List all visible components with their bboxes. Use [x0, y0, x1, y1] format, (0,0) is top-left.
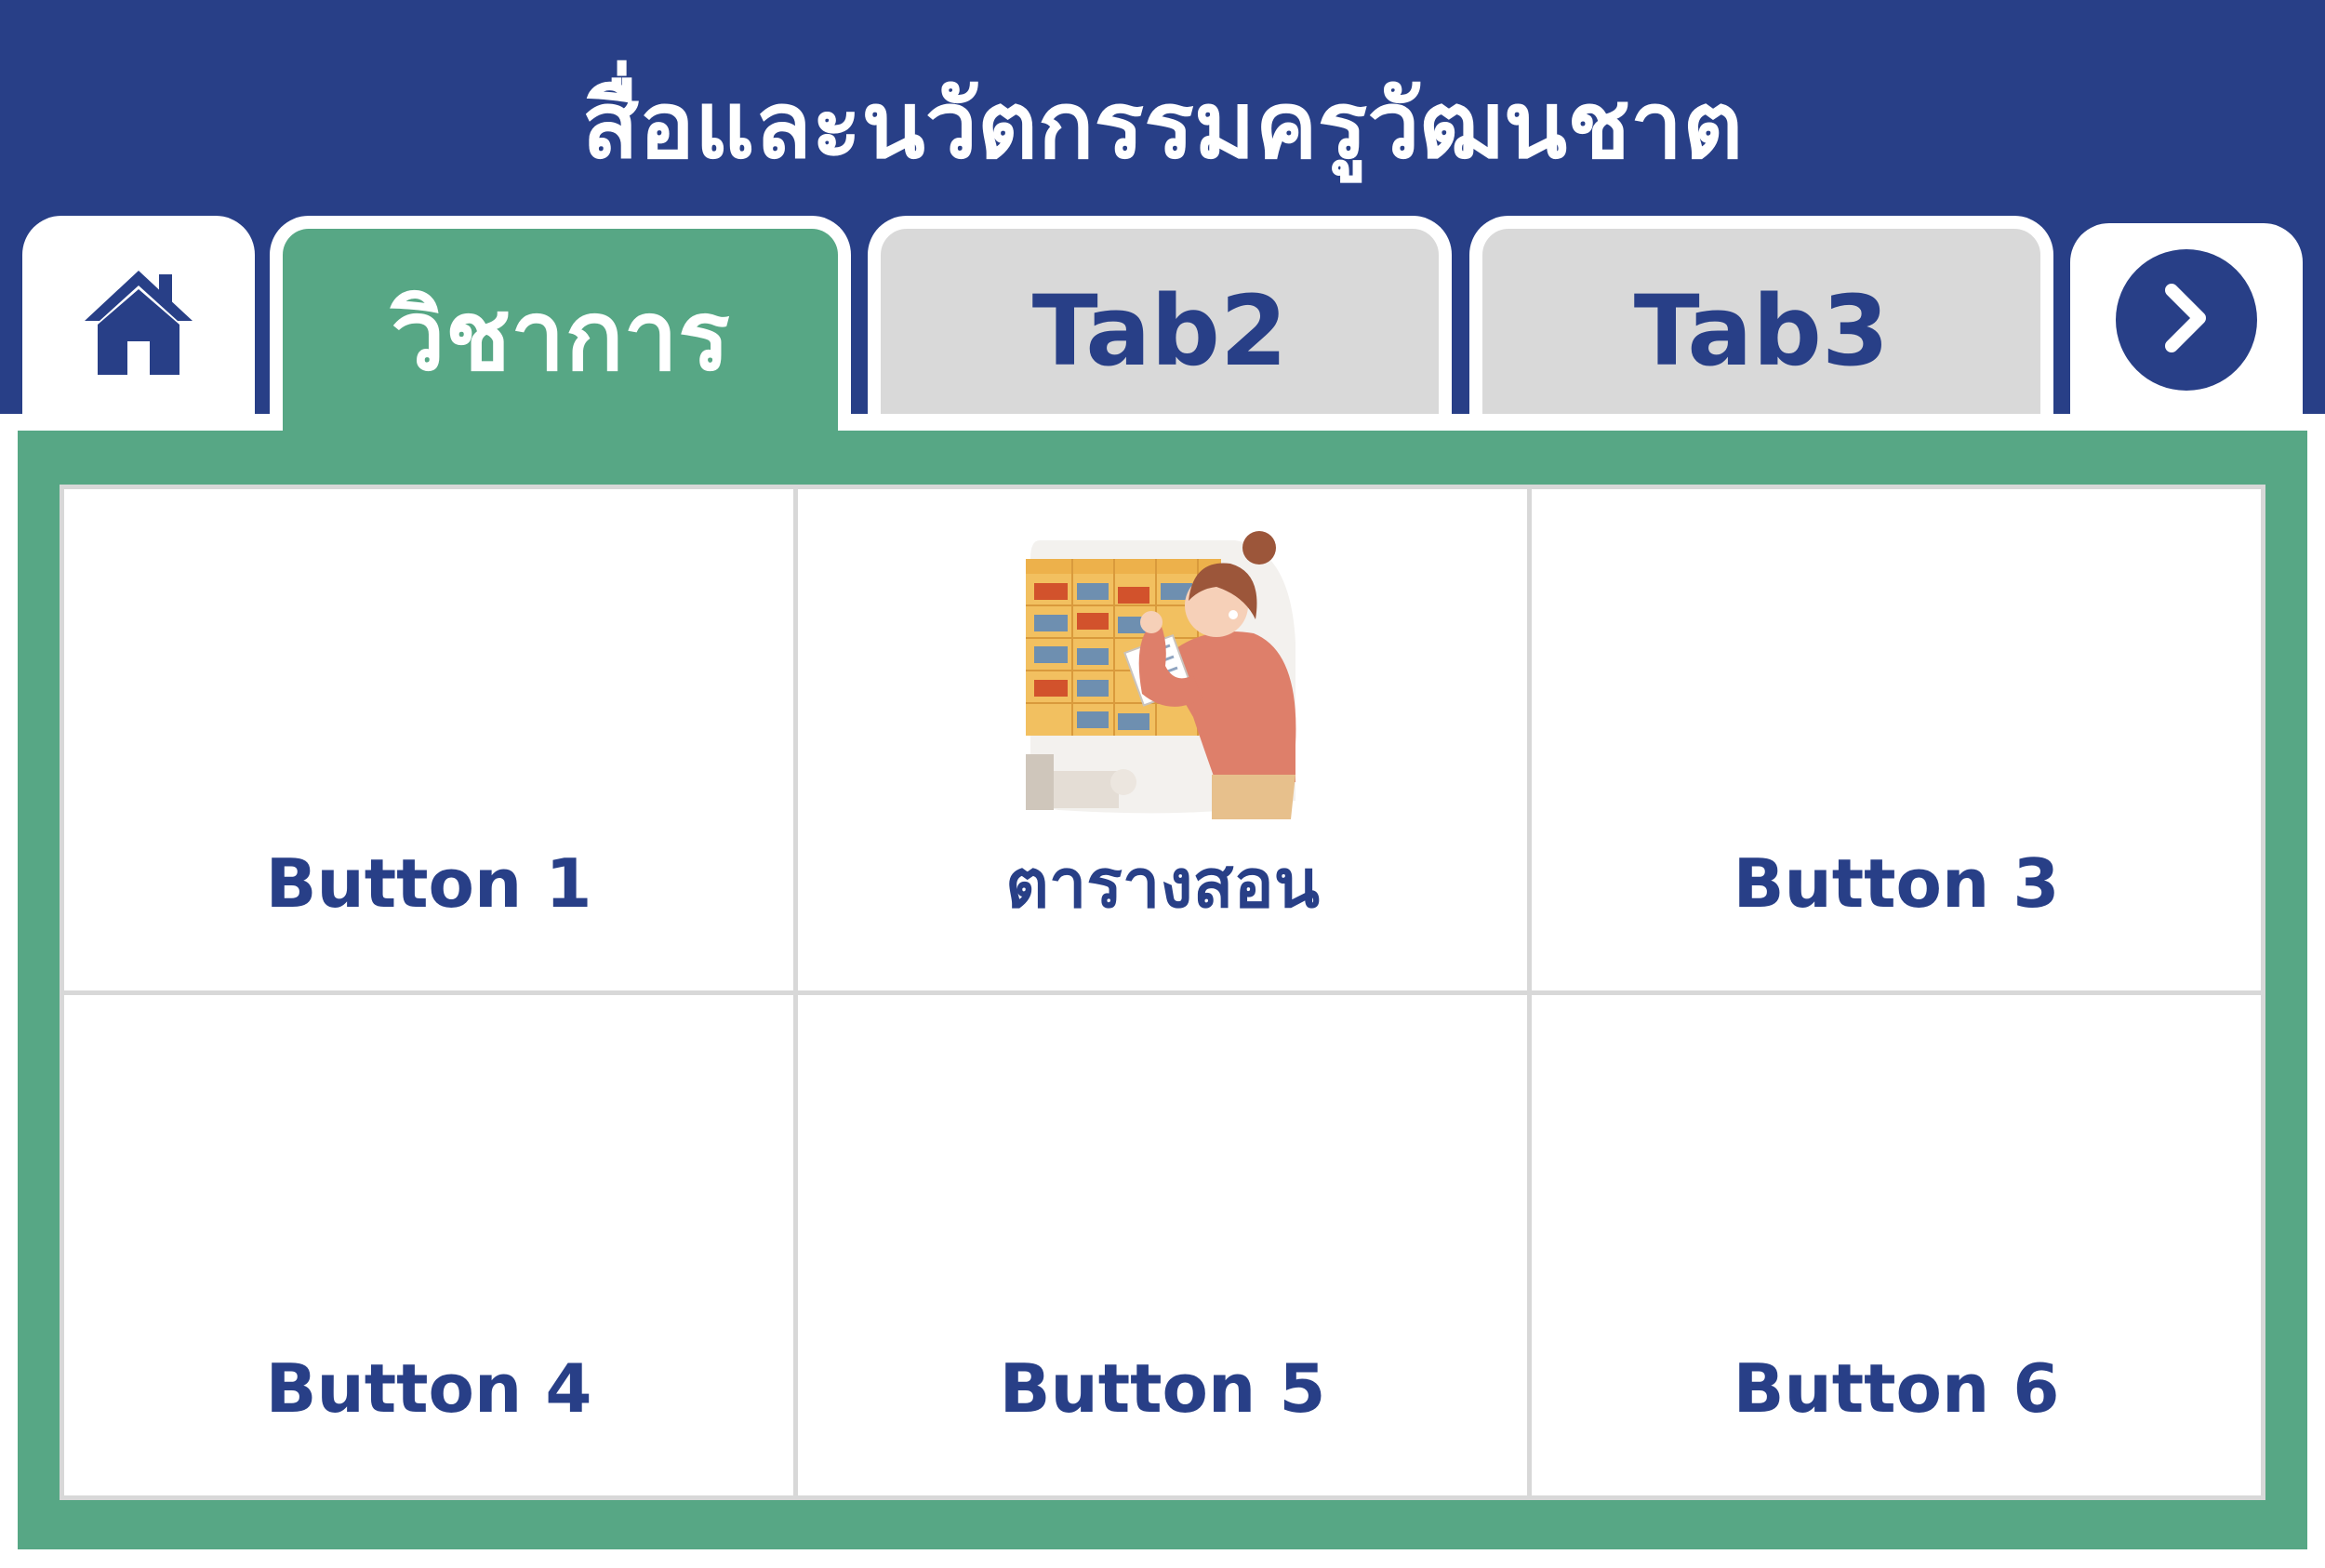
button-grid: Button 1 ตารางสอน Button 3 Button 4 Butt…: [60, 485, 2265, 1500]
button-1-label: Button 1: [265, 844, 592, 923]
tab-academic-label: วิชาการ: [391, 279, 730, 392]
app-title: สื่อและนวัตกรรมครูวัฒนชาต: [581, 71, 1744, 179]
tab-academic[interactable]: วิชาการ: [270, 216, 851, 434]
button-6-label: Button 6: [1733, 1349, 2060, 1428]
tab-3-label: Tab3: [1633, 274, 1890, 388]
button-5[interactable]: Button 5: [798, 994, 1527, 1495]
button-3[interactable]: Button 3: [1532, 489, 2261, 990]
button-5-label: Button 5: [999, 1349, 1326, 1428]
content-panel: Button 1 ตารางสอน Button 3 Button 4 Butt…: [18, 431, 2307, 1549]
button-teaching-schedule[interactable]: ตารางสอน: [798, 489, 1527, 990]
next-button[interactable]: [2116, 249, 2257, 391]
tab-2[interactable]: Tab2: [868, 216, 1452, 414]
tab-next-button[interactable]: [2070, 223, 2303, 437]
tab-3[interactable]: Tab3: [1469, 216, 2053, 414]
button-teaching-schedule-label: ตารางสอน: [1005, 844, 1320, 923]
button-3-label: Button 3: [1733, 844, 2060, 923]
teacher-schedule-illustration: [1021, 531, 1300, 819]
button-4-label: Button 4: [265, 1349, 592, 1428]
button-6[interactable]: Button 6: [1532, 994, 2261, 1495]
chevron-right-icon: [2159, 281, 2214, 359]
home-icon: [81, 267, 196, 380]
button-1[interactable]: Button 1: [64, 489, 793, 990]
button-4[interactable]: Button 4: [64, 994, 793, 1495]
tab-home[interactable]: [22, 216, 255, 430]
tab-2-label: Tab2: [1031, 274, 1288, 388]
